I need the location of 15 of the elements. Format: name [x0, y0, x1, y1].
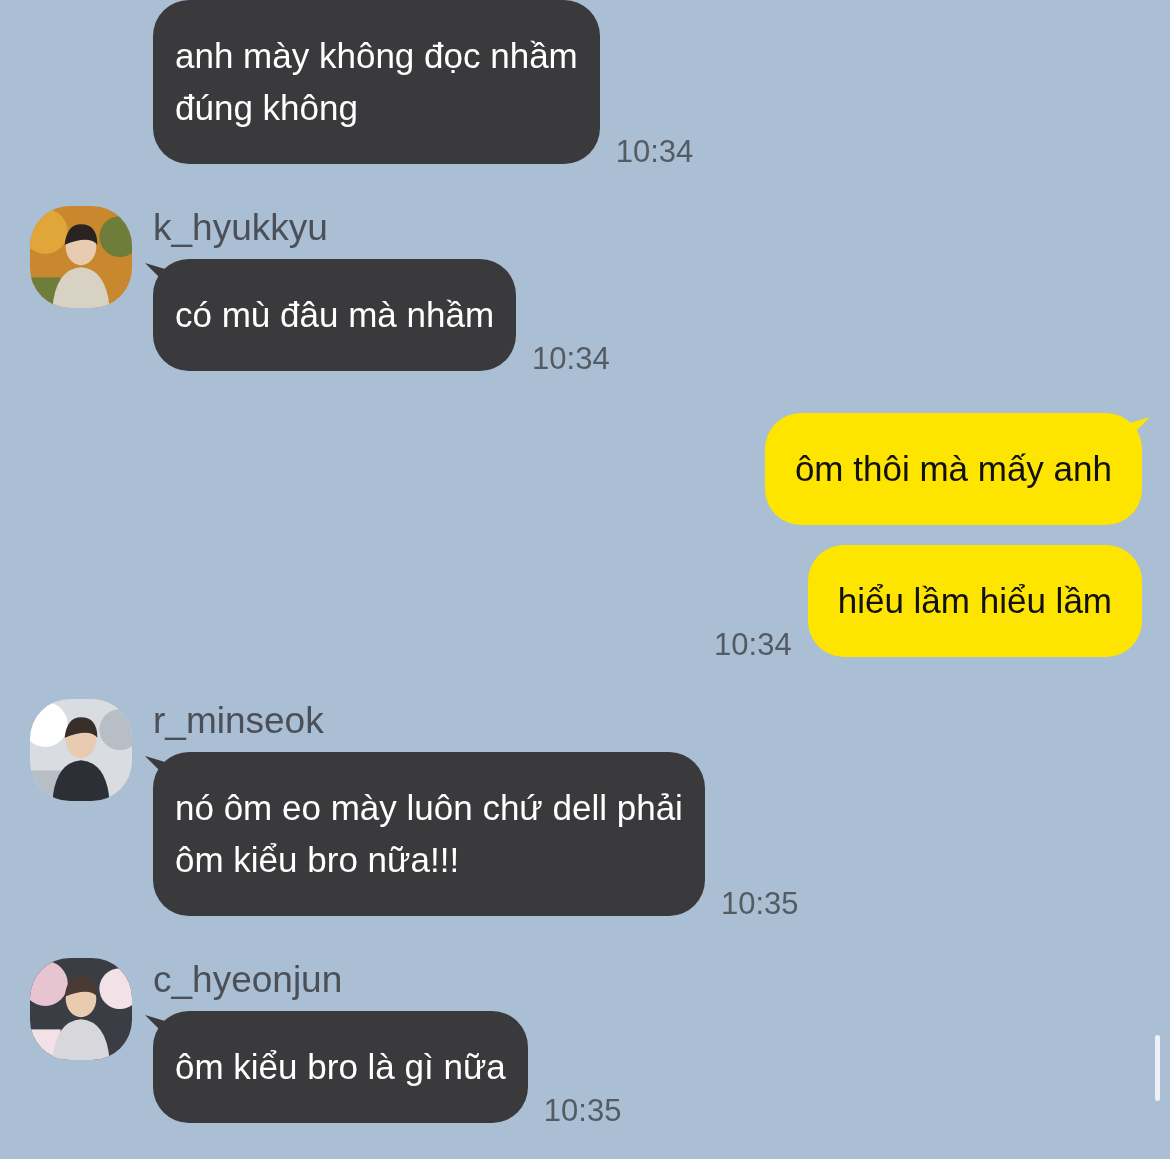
message-bubble: hiểu lầm hiểu lầm: [807, 545, 1142, 657]
message-time: 10:35: [720, 886, 799, 922]
message-bubble: ôm thôi mà mấy anh: [764, 413, 1142, 525]
message-bubble: có mù đâu mà nhầm: [153, 259, 517, 371]
message-bubble: nó ôm eo mày luôn chứ dell phải ôm kiểu bro nữa!!!: [153, 752, 705, 916]
message-bubble: ôm kiểu bro là gì nữa: [153, 1011, 528, 1123]
sender-name: c_hyeonjun: [153, 958, 344, 1002]
message-time: 10:34: [532, 341, 610, 377]
message-time: 10:34: [714, 627, 792, 663]
sender-name: r_minseok: [153, 699, 325, 743]
sender-name: k_hyukkyu: [153, 206, 329, 250]
message-time: 10:35: [543, 1093, 622, 1129]
message-bubble: anh mày không đọc nhầm đúng không: [153, 0, 600, 164]
scrollbar[interactable]: [1155, 1035, 1160, 1101]
message-time: 10:34: [615, 134, 694, 170]
